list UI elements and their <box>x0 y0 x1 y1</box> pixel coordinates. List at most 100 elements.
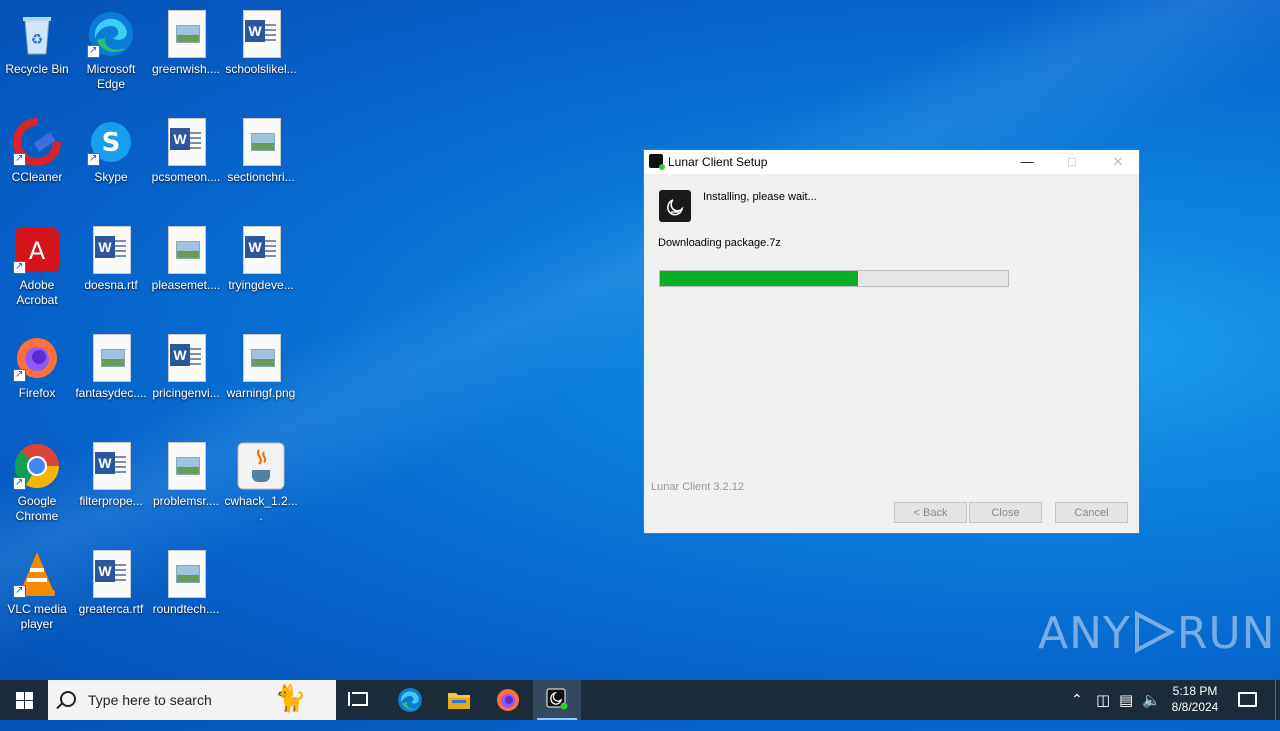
desktop-icon-vlc[interactable]: VLC media player <box>0 544 74 632</box>
desktop-icon-label: greenwish.... <box>151 62 221 76</box>
taskbar-edge[interactable] <box>386 680 434 720</box>
folder-icon <box>448 693 470 709</box>
lunar-logo-icon <box>659 190 691 222</box>
title-bar[interactable]: Lunar Client Setup — □ ✕ <box>644 150 1139 174</box>
minimize-button[interactable]: — <box>1004 150 1050 174</box>
meet-now-icon[interactable]: ◫ <box>1096 691 1110 709</box>
taskbar-lunar-client-setup[interactable] <box>533 680 581 720</box>
maximize-button[interactable]: □ <box>1049 150 1095 174</box>
desktop-icon-warningf[interactable]: warningf.png <box>224 328 298 401</box>
svg-text:S: S <box>102 128 121 158</box>
taskbar-clock[interactable]: 5:18 PM 8/8/2024 <box>1162 683 1228 715</box>
desktop-icon-google-chrome[interactable]: Google Chrome <box>0 436 74 524</box>
setup-window: Lunar Client Setup — □ ✕ Installing, ple… <box>643 149 1140 534</box>
desktop-icon-sectionchri[interactable]: sectionchri... <box>224 112 298 185</box>
edge-icon <box>87 10 135 58</box>
vlc-icon <box>13 550 61 598</box>
desktop-icon-doesna[interactable]: W doesna.rtf <box>74 220 148 293</box>
taskbar-file-explorer[interactable] <box>435 680 483 720</box>
skype-icon: S <box>87 118 135 166</box>
desktop-icon-skype[interactable]: S Skype <box>74 112 148 185</box>
word-doc-icon: W <box>162 334 210 382</box>
cancel-button[interactable]: Cancel <box>1055 502 1128 523</box>
firefox-icon <box>497 689 519 711</box>
taskbar-search-box[interactable]: Type here to search 🐈 <box>48 680 336 720</box>
desktop-icon-recycle-bin[interactable]: ♻ Recycle Bin <box>0 4 74 77</box>
show-desktop-button[interactable] <box>1275 680 1276 720</box>
desktop-icon-label: tryingdeve... <box>228 278 294 292</box>
desktop-icon-label: CCleaner <box>11 170 63 184</box>
task-view-button[interactable] <box>336 680 384 720</box>
task-view-icon <box>348 692 368 706</box>
desktop-icon-pleasemet[interactable]: pleasemet.... <box>149 220 223 293</box>
lunar-client-icon <box>546 688 568 710</box>
close-button[interactable]: Close <box>969 502 1042 523</box>
anyrun-watermark: ANY RUN <box>1038 608 1276 659</box>
image-file-icon <box>87 334 135 382</box>
desktop-icon-filterprope[interactable]: W filterprope... <box>74 436 148 509</box>
chrome-icon <box>13 442 61 490</box>
desktop-icon-schoolslikel[interactable]: W schoolslikel... <box>224 4 298 77</box>
desktop-icon-label: pcsomeon.... <box>151 170 221 184</box>
image-file-icon <box>162 226 210 274</box>
desktop-icon-fantasydec[interactable]: fantasydec.... <box>74 328 148 401</box>
install-progress-bar <box>659 270 1009 287</box>
recycle-bin-icon: ♻ <box>13 10 61 58</box>
edge-icon <box>398 688 422 712</box>
desktop-icon-firefox[interactable]: Firefox <box>0 328 74 401</box>
desktop-icon-pcsomeon[interactable]: W pcsomeon.... <box>149 112 223 185</box>
word-doc-icon: W <box>237 226 285 274</box>
desktop-icon-label: schoolslikel... <box>225 62 297 76</box>
desktop-icon-adobe-acrobat[interactable]: A Adobe Acrobat <box>0 220 74 308</box>
desktop-icon-problemsr[interactable]: problemsr.... <box>149 436 223 509</box>
desktop-icon-label: Skype <box>94 170 128 184</box>
desktop-icon-cwhack[interactable]: cwhack_1.2.... <box>224 436 298 524</box>
desktop-icon-microsoft-edge[interactable]: Microsoft Edge <box>74 4 148 92</box>
image-file-icon <box>237 334 285 382</box>
watermark-text-left: ANY <box>1038 608 1131 659</box>
desktop-icon-label: problemsr.... <box>152 494 220 508</box>
network-icon[interactable]: ▤ <box>1119 691 1133 709</box>
desktop-icon-label: fantasydec.... <box>75 386 147 400</box>
image-file-icon <box>162 442 210 490</box>
show-hidden-icons-chevron-icon[interactable]: ⌃ <box>1071 691 1083 731</box>
clock-date: 8/8/2024 <box>1171 700 1219 714</box>
word-doc-icon: W <box>87 442 135 490</box>
word-doc-icon: W <box>87 550 135 598</box>
desktop-icon-label: greaterca.rtf <box>78 602 144 616</box>
desktop-icon-greenwish[interactable]: greenwish.... <box>149 4 223 77</box>
windows-logo-icon <box>16 692 33 709</box>
java-icon <box>237 442 285 490</box>
search-icon <box>60 691 76 707</box>
taskbar-firefox[interactable] <box>484 680 532 720</box>
desktop-icon-roundtech[interactable]: roundtech.... <box>149 544 223 617</box>
notification-center-icon[interactable] <box>1236 690 1257 708</box>
lunar-client-icon <box>649 154 665 170</box>
svg-text:A: A <box>29 237 46 265</box>
desktop-icon-greaterca[interactable]: W greaterca.rtf <box>74 544 148 617</box>
desktop-icon-label: roundtech.... <box>152 602 220 616</box>
image-file-icon <box>162 550 210 598</box>
close-window-button[interactable]: ✕ <box>1095 150 1141 174</box>
word-doc-icon: W <box>87 226 135 274</box>
desktop-icon-pricingenvi[interactable]: W pricingenvi... <box>149 328 223 401</box>
volume-icon[interactable]: 🔈 <box>1142 691 1161 709</box>
progress-fill <box>660 271 859 286</box>
desktop-icon-tryingdeve[interactable]: W tryingdeve... <box>224 220 298 293</box>
back-button[interactable]: < Back <box>894 502 967 523</box>
watermark-text-right: RUN <box>1176 608 1276 659</box>
word-doc-icon: W <box>162 118 210 166</box>
window-title: Lunar Client Setup <box>668 155 768 169</box>
desktop-icon-label: Google Chrome <box>15 494 59 523</box>
desktop-icon-label: VLC media player <box>7 602 67 631</box>
clock-time: 5:18 PM <box>1172 684 1218 698</box>
desktop-icon-label: Firefox <box>18 386 56 400</box>
desktop-icon-label: Adobe Acrobat <box>16 278 58 307</box>
version-label: Lunar Client 3.2.12 <box>651 481 744 493</box>
image-file-icon <box>162 10 210 58</box>
image-file-icon <box>237 118 285 166</box>
play-logo-icon <box>1131 608 1177 659</box>
start-button[interactable] <box>0 680 48 720</box>
desktop-icon-ccleaner[interactable]: CCleaner <box>0 112 74 185</box>
ccleaner-icon <box>13 118 61 166</box>
